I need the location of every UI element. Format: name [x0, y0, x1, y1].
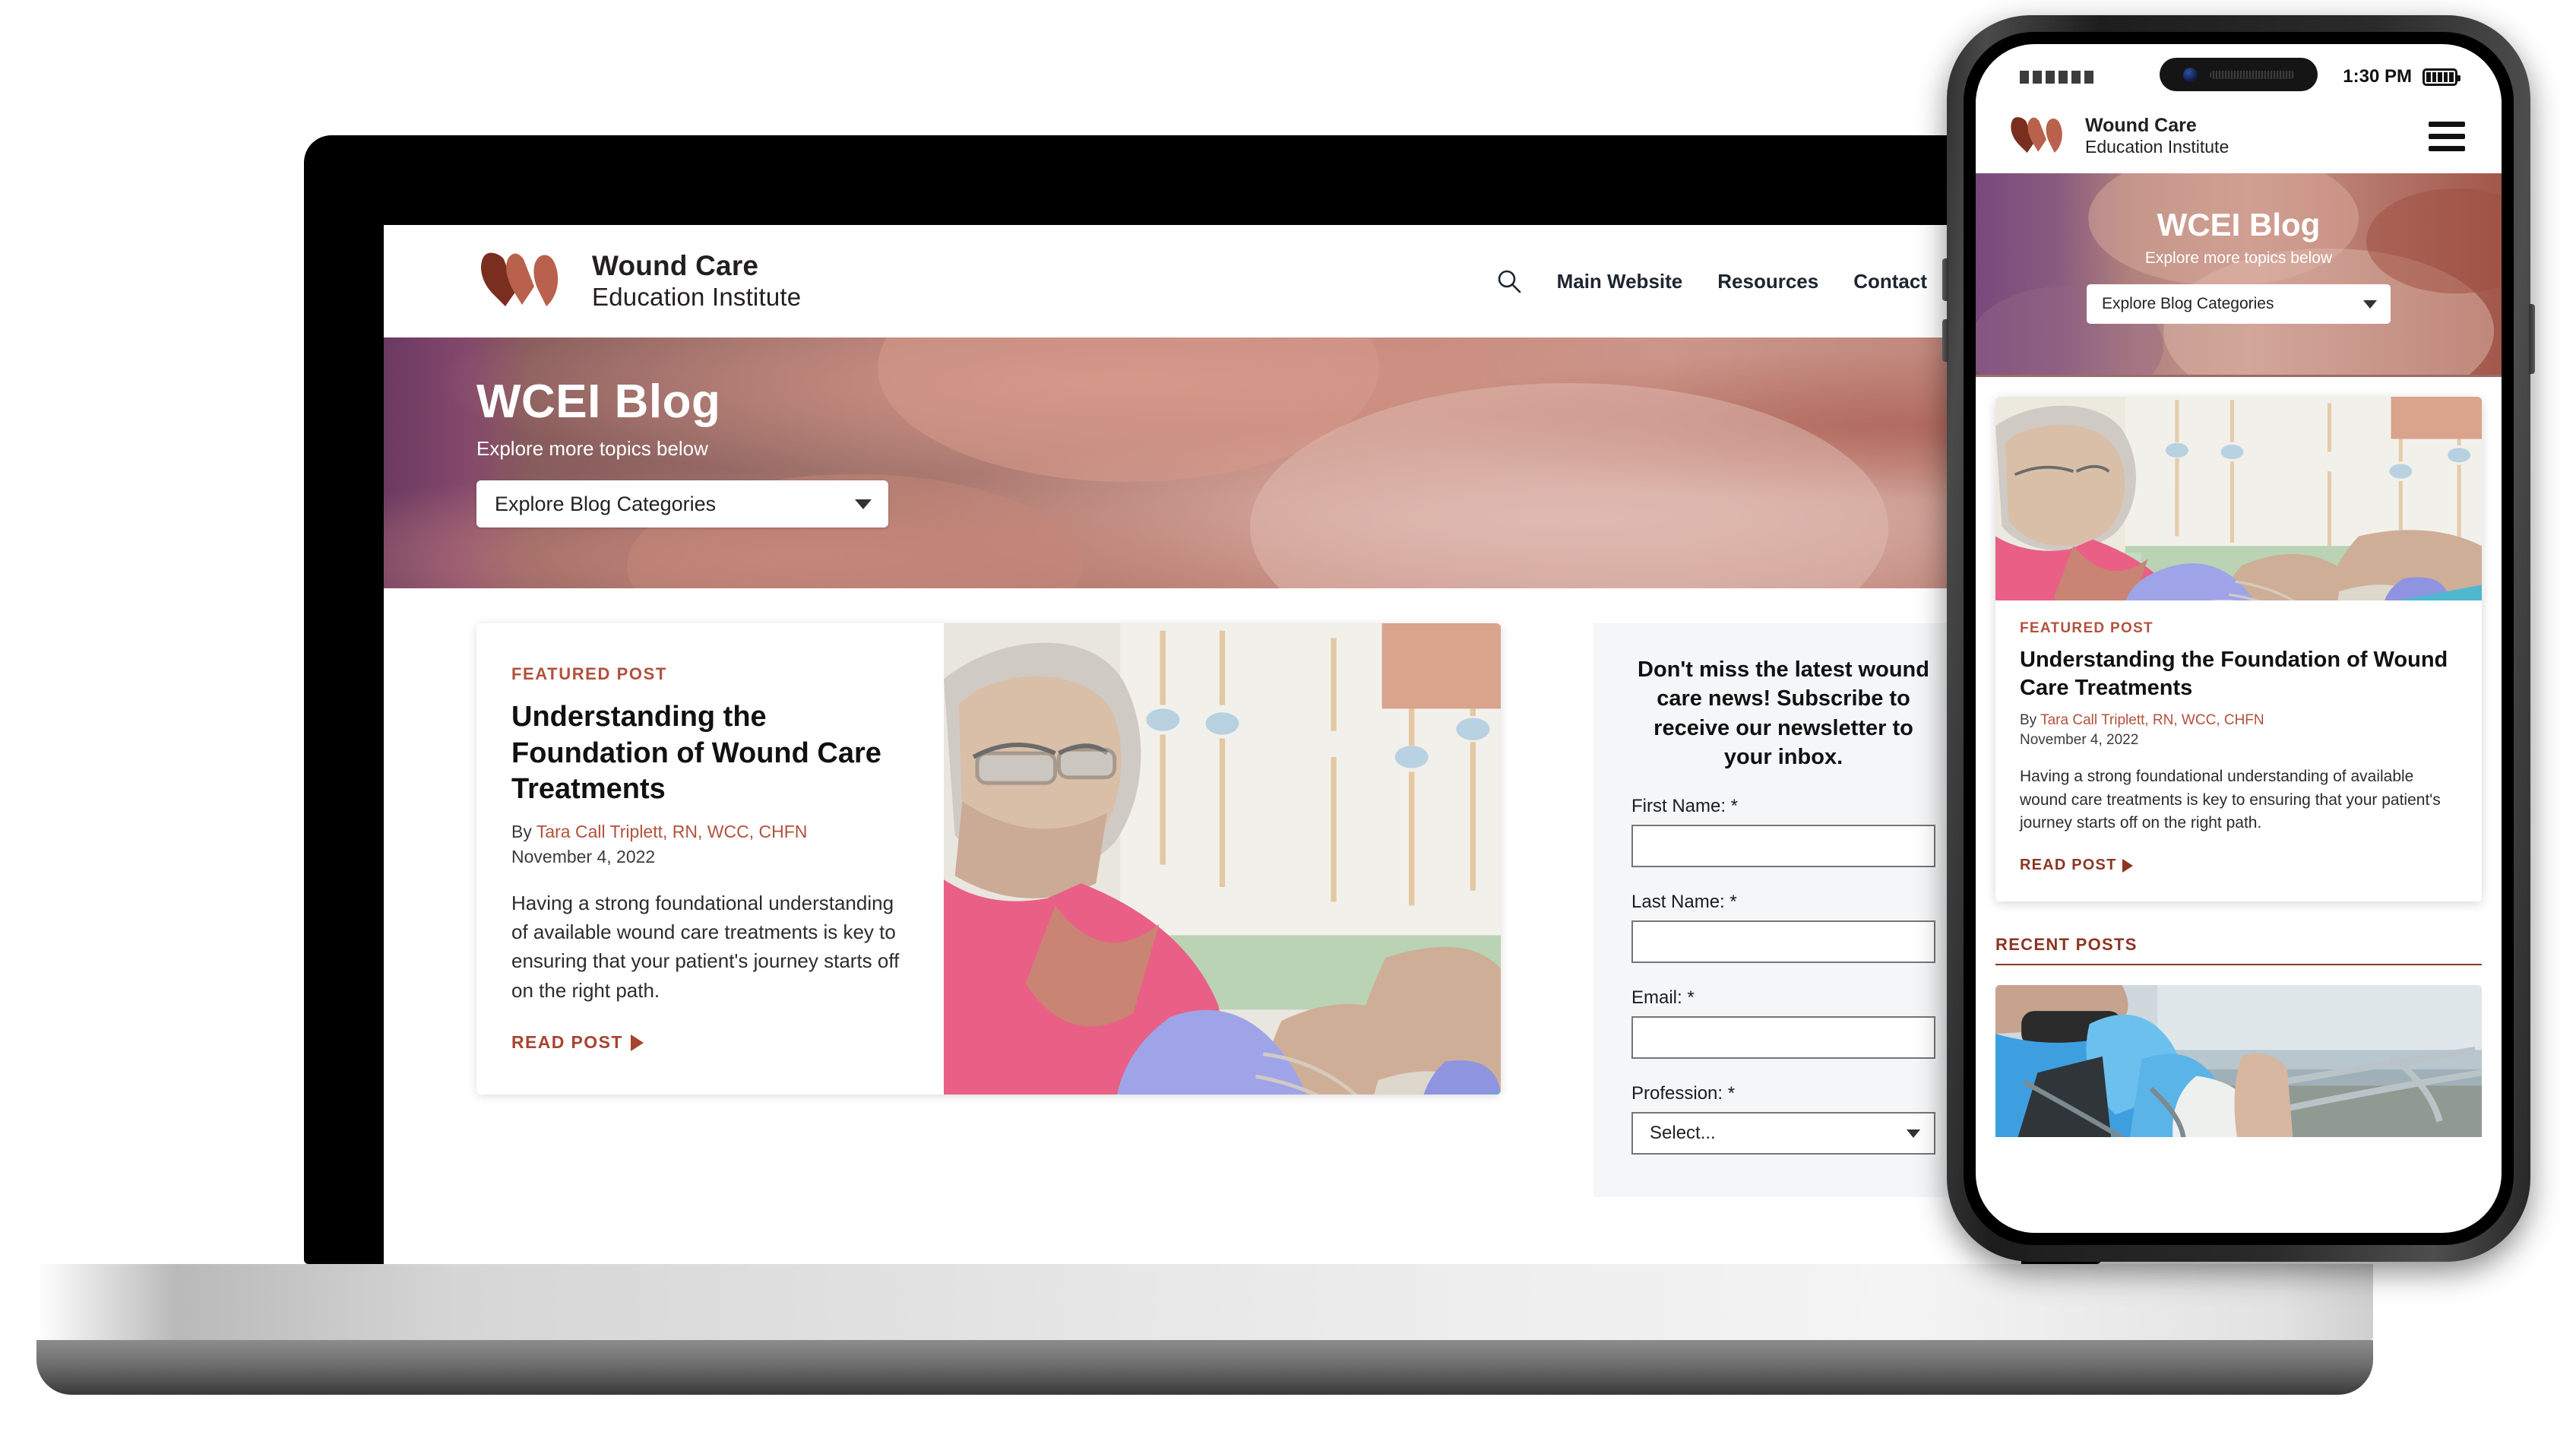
phone-status-bar: 1:30 PM — [1976, 44, 2502, 99]
hero-title: WCEI Blog — [2157, 207, 2321, 242]
wcei-logo-icon — [476, 252, 574, 311]
nav-item-contact[interactable]: Contact — [1853, 270, 1927, 293]
logo-line-2: Education Institute — [2085, 137, 2229, 157]
main-navigation: Main Website Resources Contact — [1496, 268, 1988, 294]
hero-subtitle: Explore more topics below — [2144, 249, 2333, 267]
first-name-input[interactable] — [1631, 825, 1935, 868]
featured-post-image — [944, 623, 1501, 1095]
phone-hero-content: WCEI Blog Explore more topics below Expl… — [1976, 173, 2502, 324]
featured-post-author-line: By Tara Call Triplett, RN, WCC, CHFN — [511, 822, 909, 842]
blog-category-select[interactable]: Explore Blog Categories — [476, 480, 888, 528]
read-post-label: READ POST — [2020, 857, 2117, 874]
read-post-link[interactable]: READ POST — [2020, 857, 2457, 874]
site-logo-text: Wound Care Education Institute — [592, 250, 801, 312]
featured-post-card[interactable]: FEATURED POST Understanding the Foundati… — [476, 623, 1501, 1095]
sidebar-column: Don't miss the latest wound care news! S… — [1501, 623, 2021, 1198]
profession-select-value: Select... — [1650, 1123, 1716, 1144]
status-bar-right: 1:30 PM — [2343, 66, 2460, 87]
phone-volume-up-button[interactable] — [1942, 258, 1948, 301]
featured-post-author-link[interactable]: Tara Call Triplett, RN, WCC, CHFN — [2040, 712, 2264, 728]
play-triangle-icon — [2122, 858, 2134, 873]
featured-post-author-link[interactable]: Tara Call Triplett, RN, WCC, CHFN — [536, 822, 808, 841]
phone-volume-down-button[interactable] — [1942, 319, 1948, 362]
battery-full-icon — [2423, 68, 2460, 86]
featured-post-excerpt: Having a strong foundational understandi… — [511, 891, 900, 1002]
featured-post-date: November 4, 2022 — [2020, 732, 2139, 749]
phone-bezel: 1:30 PM Wound Care Education Institute W… — [1964, 32, 2514, 1245]
front-camera-icon — [2182, 67, 2198, 82]
laptop-base — [36, 1264, 2373, 1340]
by-prefix: By — [2020, 712, 2041, 729]
nav-item-resources[interactable]: Resources — [1717, 270, 1818, 293]
featured-post-date: November 4, 2022 — [511, 846, 656, 866]
last-name-label: Last Name: * — [1631, 892, 1737, 913]
email-label: Email: * — [1631, 987, 1695, 1009]
signal-bars-icon — [2020, 70, 2093, 84]
profession-label: Profession: * — [1631, 1083, 1736, 1104]
main-content: FEATURED POST Understanding the Foundati… — [384, 588, 2021, 1198]
featured-post-title[interactable]: Understanding the Foundation of Wound Ca… — [511, 699, 909, 808]
newsletter-signup-form: Don't miss the latest wound care news! S… — [1593, 623, 1973, 1198]
featured-post-excerpt: Having a strong foundational understandi… — [2020, 768, 2441, 832]
phone-main-content: FEATURED POST Understanding the Foundati… — [1976, 377, 2502, 1138]
hamburger-menu-icon[interactable] — [2429, 121, 2465, 151]
site-logo[interactable]: Wound Care Education Institute — [476, 250, 801, 312]
site-header: Wound Care Education Institute Main Webs… — [384, 225, 2021, 337]
phone-notch — [2160, 58, 2318, 91]
recent-posts-heading: RECENT POSTS — [1995, 935, 2482, 966]
featured-post-image — [1995, 397, 2482, 600]
read-post-link[interactable]: READ POST — [511, 1032, 909, 1053]
phone-hero-banner: WCEI Blog Explore more topics below Expl… — [1976, 173, 2502, 377]
recent-posts-section: RECENT POSTS — [1995, 935, 2482, 1138]
newsletter-heading: Don't miss the latest wound care news! S… — [1638, 657, 1929, 769]
hero-subtitle: Explore more topics below — [476, 437, 708, 461]
featured-post-body: FEATURED POST Understanding the Foundati… — [1995, 600, 2482, 901]
phone-power-button[interactable] — [2529, 304, 2535, 374]
chevron-down-icon — [1907, 1129, 1920, 1138]
laptop-device: Wound Care Education Institute Main Webs… — [36, 135, 2373, 1395]
featured-post-card[interactable]: FEATURED POST Understanding the Foundati… — [1995, 397, 2482, 902]
featured-post-eyebrow: FEATURED POST — [2020, 620, 2154, 636]
by-prefix: By — [511, 821, 536, 841]
phone-site-header: Wound Care Education Institute — [1976, 99, 2502, 173]
recent-post-image[interactable] — [1995, 985, 2482, 1138]
featured-post-author-line: By Tara Call Triplett, RN, WCC, CHFN — [2020, 712, 2457, 729]
blog-category-select-value: Explore Blog Categories — [2102, 295, 2274, 312]
featured-post-title[interactable]: Understanding the Foundation of Wound Ca… — [2020, 646, 2457, 702]
featured-post-eyebrow: FEATURED POST — [511, 664, 667, 683]
last-name-input[interactable] — [1631, 920, 1935, 964]
chevron-down-icon — [2363, 299, 2377, 309]
device-mockup-scene: Wound Care Education Institute Main Webs… — [0, 0, 2576, 1451]
phone-device: 1:30 PM Wound Care Education Institute W… — [1942, 15, 2535, 1262]
clock-time: 1:30 PM — [2343, 66, 2412, 87]
logo-line-2: Education Institute — [592, 283, 802, 312]
featured-post-body: FEATURED POST Understanding the Foundati… — [476, 623, 944, 1095]
posts-column: FEATURED POST Understanding the Foundati… — [384, 623, 1501, 1197]
phone-screen: 1:30 PM Wound Care Education Institute W… — [1976, 44, 2502, 1233]
read-post-label: READ POST — [511, 1032, 623, 1053]
laptop-foot — [36, 1340, 2373, 1395]
nav-item-main-website[interactable]: Main Website — [1557, 270, 1683, 293]
blog-category-select-value: Explore Blog Categories — [495, 492, 717, 515]
search-icon[interactable] — [1496, 268, 1522, 294]
logo-line-1: Wound Care — [2085, 115, 2197, 137]
email-input[interactable] — [1631, 1016, 1935, 1060]
wcei-logo-icon[interactable] — [2008, 116, 2073, 156]
phone-logo-text: Wound Care Education Institute — [2085, 114, 2229, 158]
hero-title: WCEI Blog — [476, 375, 721, 428]
blog-category-select[interactable]: Explore Blog Categories — [2087, 284, 2391, 324]
profession-select[interactable]: Select... — [1631, 1112, 1935, 1155]
hero-content: WCEI Blog Explore more topics below Expl… — [384, 337, 2021, 528]
laptop-screen: Wound Care Education Institute Main Webs… — [384, 225, 2021, 1264]
first-name-label: First Name: * — [1631, 796, 1739, 817]
earpiece-speaker-icon — [2209, 70, 2295, 79]
play-triangle-icon — [630, 1034, 644, 1051]
logo-line-1: Wound Care — [592, 250, 759, 282]
hero-banner: WCEI Blog Explore more topics below Expl… — [384, 337, 2021, 588]
chevron-down-icon — [855, 499, 872, 509]
